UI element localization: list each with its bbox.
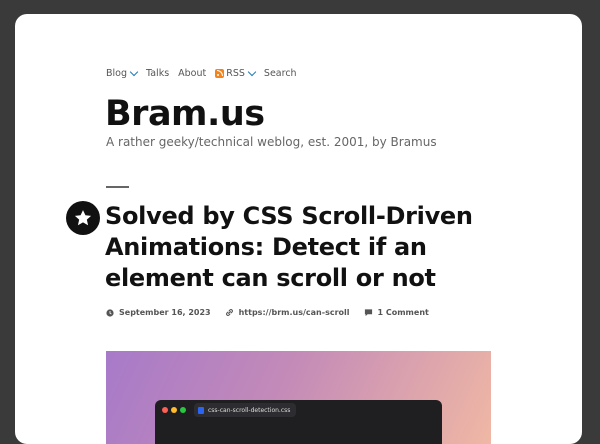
window-close-dot	[162, 407, 168, 413]
nav-item-label: Talks	[146, 68, 170, 79]
clock-icon	[106, 308, 114, 317]
post-meta: September 16, 2023 https://brm.us/can-sc…	[106, 308, 443, 317]
star-icon	[74, 210, 92, 226]
nav-item-label: Blog	[106, 68, 127, 79]
site-title[interactable]: Bram.us	[105, 94, 265, 134]
separator	[106, 186, 129, 188]
window-minimize-dot	[171, 407, 177, 413]
editor-tab: css-can-scroll-detection.css	[194, 403, 296, 417]
chevron-down-icon[interactable]	[129, 67, 139, 77]
site-tagline: A rather geeky/technical weblog, est. 20…	[106, 135, 437, 149]
hero-image: css-can-scroll-detection.css	[106, 351, 491, 444]
nav-item-label: RSS	[226, 68, 245, 79]
nav-item-search[interactable]: Search	[264, 68, 297, 79]
nav-item-blog[interactable]: Blog	[106, 67, 139, 79]
link-icon	[225, 309, 233, 316]
post-date-label: September 16, 2023	[119, 308, 211, 317]
main-nav: Blog Talks About RSS Search	[106, 67, 306, 79]
window-maximize-dot	[180, 407, 186, 413]
comment-icon	[364, 309, 372, 317]
post-date[interactable]: September 16, 2023	[106, 308, 211, 317]
page-card: Blog Talks About RSS Search Bram.us A ra…	[15, 14, 582, 444]
post-comments[interactable]: 1 Comment	[364, 308, 429, 317]
featured-badge	[66, 201, 100, 235]
post-shortlink-label: https://brm.us/can-scroll	[238, 308, 350, 317]
post-shortlink[interactable]: https://brm.us/can-scroll	[225, 308, 350, 317]
chevron-down-icon[interactable]	[247, 67, 257, 77]
nav-item-label: About	[178, 68, 207, 79]
editor-tab-label: css-can-scroll-detection.css	[208, 406, 291, 414]
post-comments-label: 1 Comment	[377, 308, 429, 317]
nav-item-talks[interactable]: Talks	[146, 68, 169, 79]
post-title[interactable]: Solved by CSS Scroll-Driven Animations: …	[105, 201, 505, 294]
editor-window: css-can-scroll-detection.css	[155, 400, 442, 444]
nav-item-label: Search	[263, 68, 297, 79]
nav-item-rss[interactable]: RSS	[215, 67, 257, 79]
rss-icon	[215, 69, 225, 78]
nav-item-about[interactable]: About	[178, 68, 206, 79]
css-file-icon	[198, 406, 204, 414]
